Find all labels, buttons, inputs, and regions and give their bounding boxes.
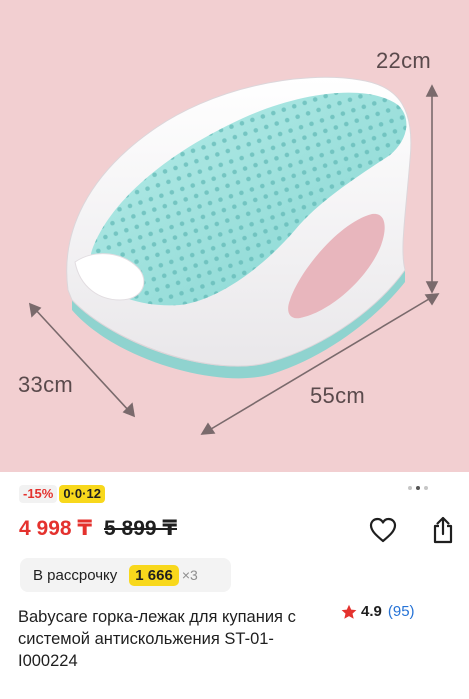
carousel-dot-active[interactable] bbox=[416, 486, 420, 490]
star-icon bbox=[341, 604, 357, 620]
heart-icon bbox=[369, 517, 397, 543]
share-button[interactable] bbox=[428, 515, 458, 545]
width-dimension-label: 55cm bbox=[310, 383, 365, 408]
installment-multiplier: ×3 bbox=[181, 567, 198, 583]
carousel-dot[interactable] bbox=[408, 486, 412, 490]
product-image[interactable]: 22cm 33cm 55cm bbox=[0, 0, 469, 472]
carousel-dot[interactable] bbox=[424, 486, 428, 490]
installment-amount: 1 666 bbox=[129, 564, 179, 586]
price-row: 4 998 ₸ 5 899 ₸ bbox=[19, 516, 177, 541]
product-title: Babycare горка-лежак для купания с систе… bbox=[18, 608, 296, 670]
height-dimension-label: 22cm bbox=[376, 48, 431, 73]
favorite-button[interactable] bbox=[368, 515, 398, 545]
carousel-indicator[interactable] bbox=[408, 486, 428, 490]
badge-row: -15% 0·0·12 bbox=[19, 485, 105, 503]
share-icon bbox=[433, 516, 453, 544]
installment-offer[interactable]: В рассрочку 1 666 ×3 bbox=[20, 558, 231, 592]
current-price: 4 998 ₸ bbox=[19, 517, 92, 540]
old-price: 5 899 ₸ bbox=[104, 517, 177, 540]
review-count-link[interactable]: (95) bbox=[388, 603, 415, 620]
product-actions bbox=[368, 515, 458, 545]
discount-badge: -15% bbox=[19, 485, 58, 503]
installment-label: В рассрочку bbox=[33, 566, 118, 584]
installment-badge: 0·0·12 bbox=[59, 485, 105, 503]
rating-value: 4.9 bbox=[361, 603, 382, 620]
depth-dimension-label: 33cm bbox=[18, 372, 73, 397]
rating[interactable]: 4.9 (95) bbox=[341, 603, 415, 620]
